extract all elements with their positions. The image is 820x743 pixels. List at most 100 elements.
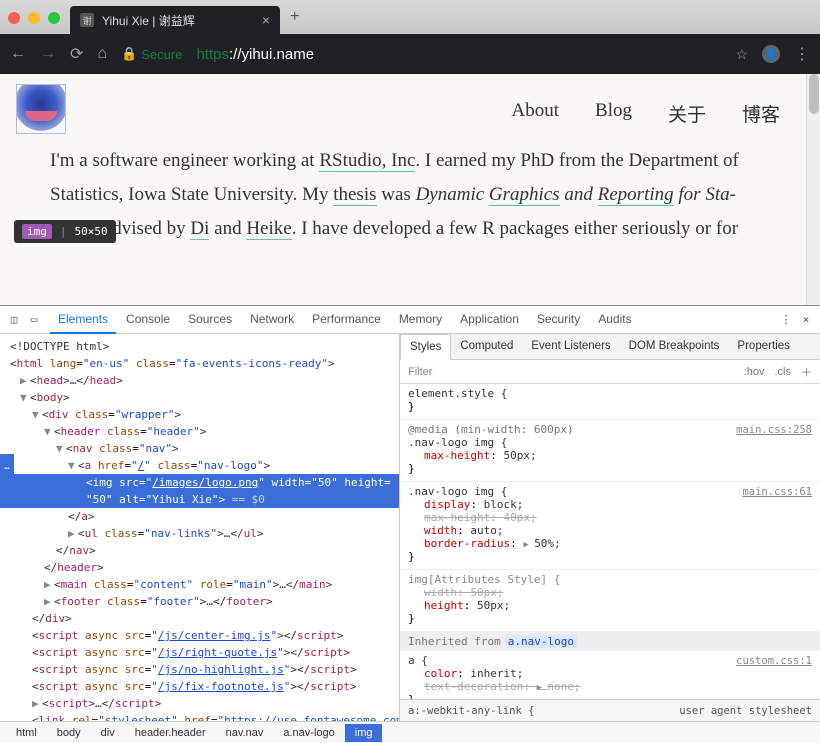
styles-tab-listeners[interactable]: Event Listeners — [522, 334, 619, 359]
dom-body[interactable]: ▼<body> — [0, 389, 399, 406]
css-rule[interactable]: img[Attributes Style] {width: 50px;heigh… — [400, 570, 820, 632]
dom-a[interactable]: ▼<a href="/" class="nav-logo"> — [0, 457, 399, 474]
nav-link-blog[interactable]: Blog — [595, 100, 632, 127]
tab-audits[interactable]: Audits — [590, 306, 639, 333]
bc-html[interactable]: html — [6, 724, 47, 742]
tab-security[interactable]: Security — [529, 306, 588, 333]
secure-indicator[interactable]: 🔒 Secure — [121, 46, 182, 62]
dom-nav-close[interactable]: </nav> — [0, 542, 399, 559]
dom-script-2[interactable]: <script async src="/js/right-quote.js"><… — [0, 644, 399, 661]
bc-nav[interactable]: nav.nav — [216, 724, 274, 742]
dom-html[interactable]: <html lang="en-us" class="fa-events-icon… — [0, 355, 399, 372]
styles-tab-computed[interactable]: Computed — [451, 334, 522, 359]
dom-header-close[interactable]: </header> — [0, 559, 399, 576]
secure-label: Secure — [141, 47, 182, 62]
dom-script-4[interactable]: <script async src="/js/fix-footnote.js">… — [0, 678, 399, 695]
minimize-window-button[interactable] — [28, 12, 40, 24]
dom-tree[interactable]: <!DOCTYPE html> <html lang="en-us" class… — [0, 334, 400, 721]
device-toolbar-icon[interactable]: ▭ — [26, 313, 42, 326]
bc-a[interactable]: a.nav-logo — [273, 724, 344, 742]
nav-link-about[interactable]: About — [512, 100, 560, 127]
dom-header[interactable]: ▼<header class="header"> — [0, 423, 399, 440]
styles-add-rule-icon[interactable]: ＋ — [801, 364, 812, 380]
devtools-toolbar: ◫ ▭ Elements Console Sources Network Per… — [0, 306, 820, 334]
nav-link-blog-cn[interactable]: 博客 — [742, 100, 780, 127]
reload-button[interactable]: ⟳ — [70, 44, 83, 64]
tab-application[interactable]: Application — [452, 306, 527, 333]
tab-sources[interactable]: Sources — [180, 306, 240, 333]
dom-wrapper[interactable]: ▼<div class="wrapper"> — [0, 406, 399, 423]
dom-script-empty[interactable]: ▶<script>…</script> — [0, 695, 399, 712]
link-reporting[interactable]: Reporting — [598, 184, 674, 206]
link-thesis[interactable]: thesis — [333, 184, 376, 206]
close-window-button[interactable] — [8, 12, 20, 24]
tab-close-icon[interactable]: × — [262, 12, 270, 28]
browser-menu-icon[interactable]: ⋮ — [794, 44, 810, 64]
tooltip-tag: img — [22, 224, 52, 239]
forward-button[interactable]: → — [40, 45, 56, 63]
bc-body[interactable]: body — [47, 724, 91, 742]
dom-script-3[interactable]: <script async src="/js/no-highlight.js">… — [0, 661, 399, 678]
site-logo[interactable] — [16, 84, 66, 134]
tab-elements[interactable]: Elements — [50, 306, 116, 334]
back-button[interactable]: ← — [10, 45, 26, 63]
styles-cls-toggle[interactable]: .cls — [775, 366, 792, 378]
devtools: ◫ ▭ Elements Console Sources Network Per… — [0, 306, 820, 743]
styles-tab-domb[interactable]: DOM Breakpoints — [620, 334, 729, 359]
dom-a-close[interactable]: </a> — [0, 508, 399, 525]
dom-doctype[interactable]: <!DOCTYPE html> — [0, 338, 399, 355]
bc-img[interactable]: img — [345, 724, 383, 742]
url-text[interactable]: https://yihui.name — [196, 46, 721, 63]
dom-footer[interactable]: ▶<footer class="footer">…</footer> — [0, 593, 399, 610]
tab-strip: 谢 Yihui Xie | 谢益辉 × + — [0, 0, 820, 34]
inspect-element-icon[interactable]: ◫ — [6, 313, 22, 326]
link-di[interactable]: Di — [190, 218, 209, 240]
dom-nav[interactable]: ▼<nav class="nav"> — [0, 440, 399, 457]
maximize-window-button[interactable] — [48, 12, 60, 24]
lock-icon: 🔒 — [121, 46, 137, 62]
link-heike[interactable]: Heike — [246, 218, 291, 240]
tab-performance[interactable]: Performance — [304, 306, 389, 333]
scrollbar-thumb[interactable] — [809, 74, 819, 114]
styles-hov-toggle[interactable]: :hov — [744, 366, 765, 378]
link-rstudio[interactable]: RStudio, Inc — [319, 150, 415, 172]
dom-ul[interactable]: ▶<ul class="nav-links">…</ul> — [0, 525, 399, 542]
new-tab-button[interactable]: + — [280, 8, 309, 34]
nav-link-about-cn[interactable]: 关于 — [668, 100, 706, 127]
dom-link[interactable]: <link rel="stylesheet" href="https://use… — [0, 712, 399, 721]
dom-script-1[interactable]: <script async src="/js/center-img.js"></… — [0, 627, 399, 644]
dom-main[interactable]: ▶<main class="content" role="main">…</ma… — [0, 576, 399, 593]
bookmark-icon[interactable]: ☆ — [735, 46, 748, 63]
link-graphics[interactable]: Graphics — [489, 184, 560, 206]
rule-source-link[interactable]: custom.css:1 — [736, 655, 812, 667]
tab-console[interactable]: Console — [118, 306, 178, 333]
styles-filter-input[interactable]: Filter — [408, 366, 432, 378]
css-rules: element.style {}main.css:258@media (min-… — [400, 384, 820, 699]
bc-div[interactable]: div — [91, 724, 125, 742]
bc-header[interactable]: header.header — [125, 724, 216, 742]
css-rule[interactable]: element.style {} — [400, 384, 820, 420]
inherited-link[interactable]: a.nav-logo — [505, 635, 577, 648]
styles-tab-props[interactable]: Properties — [728, 334, 798, 359]
css-rule[interactable]: custom.css:1a {color: inherit;text-decor… — [400, 651, 820, 699]
dom-img-selected-2[interactable]: "50" alt="Yihui Xie"> == $0 — [0, 491, 399, 508]
dom-img-selected[interactable]: <img src="/images/logo.png" width="50" h… — [0, 474, 399, 491]
css-rule[interactable]: main.css:61.nav-logo img {display: block… — [400, 482, 820, 570]
dom-head[interactable]: ▶<head>…</head> — [0, 372, 399, 389]
viewport-scrollbar[interactable] — [806, 74, 820, 305]
styles-panel: Styles Computed Event Listeners DOM Brea… — [400, 334, 820, 721]
styles-tab-styles[interactable]: Styles — [400, 334, 451, 360]
devtools-close-icon[interactable]: × — [798, 313, 814, 326]
dom-div-close[interactable]: </div> — [0, 610, 399, 627]
profile-avatar[interactable]: 👤 — [762, 45, 780, 63]
rule-source-link[interactable]: main.css:258 — [736, 424, 812, 436]
browser-tab[interactable]: 谢 Yihui Xie | 谢益辉 × — [70, 6, 280, 34]
site-header: About Blog 关于 博客 — [0, 74, 820, 144]
css-rule[interactable]: main.css:258@media (min-width: 600px).na… — [400, 420, 820, 482]
tab-network[interactable]: Network — [242, 306, 302, 333]
devtools-menu-icon[interactable]: ⋮ — [778, 313, 794, 326]
home-button[interactable]: ⌂ — [97, 45, 107, 63]
rule-source-link[interactable]: main.css:61 — [742, 486, 812, 498]
tab-memory[interactable]: Memory — [391, 306, 450, 333]
dom-breadcrumb: html body div header.header nav.nav a.na… — [0, 721, 820, 743]
